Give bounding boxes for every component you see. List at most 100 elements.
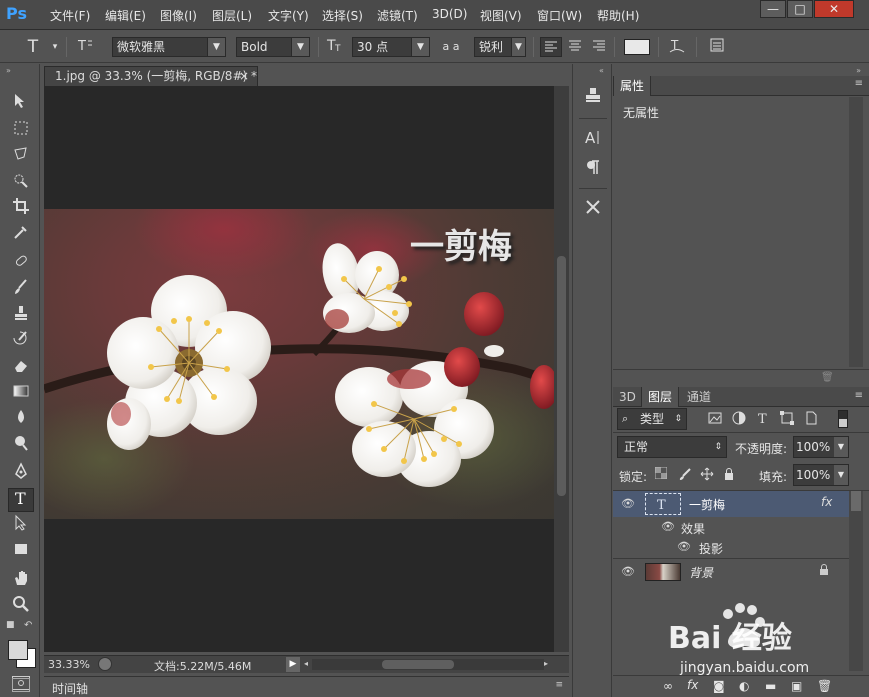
antialias-select[interactable]: 锐利 ▼ — [474, 37, 526, 57]
eraser-tool-icon[interactable] — [8, 356, 34, 380]
tab-properties[interactable]: 属性 — [613, 76, 652, 96]
layer-filter-select[interactable]: ⌕ 类型 ⇕ — [617, 408, 687, 430]
dodge-tool-icon[interactable] — [8, 434, 34, 458]
font-style-select[interactable]: Bold ▼ — [236, 37, 310, 57]
tab-layers[interactable]: 图层 — [641, 387, 680, 407]
collapse-icon[interactable]: » — [6, 66, 11, 75]
pen-tool-icon[interactable] — [8, 462, 34, 486]
panel-menu-icon[interactable]: ≡ — [855, 78, 863, 89]
chevron-down-icon[interactable]: ▼ — [834, 465, 848, 485]
font-family-select[interactable]: 微软雅黑 ▼ — [112, 37, 226, 57]
blend-mode-select[interactable]: 正常 ⇕ — [617, 436, 727, 458]
hand-tool-icon[interactable] — [8, 569, 34, 593]
paragraph-panel-icon[interactable] — [581, 158, 605, 182]
lock-transparent-icon[interactable] — [653, 466, 669, 483]
menu-image[interactable]: 图像(I) — [160, 7, 197, 24]
align-center-icon[interactable] — [564, 37, 586, 57]
healing-brush-tool-icon[interactable] — [8, 252, 34, 276]
properties-scrollbar[interactable] — [849, 97, 863, 367]
text-color-swatch[interactable] — [624, 39, 650, 55]
tool-presets-icon[interactable] — [581, 86, 605, 110]
lock-all-icon[interactable] — [721, 467, 737, 483]
add-style-icon[interactable]: fx — [687, 678, 698, 692]
opacity-input[interactable]: 100% ▼ — [793, 436, 849, 458]
menu-window[interactable]: 窗口(W) — [537, 7, 582, 24]
eye-icon[interactable]: 👁 — [661, 520, 675, 534]
trash-icon[interactable]: 🗑 — [821, 372, 834, 383]
filter-toggle[interactable] — [838, 410, 848, 428]
expand-icon[interactable]: « — [599, 66, 604, 75]
scrollbar-thumb[interactable] — [851, 491, 861, 511]
collapse-panels-icon[interactable]: » — [856, 66, 861, 75]
close-tab-icon[interactable]: × — [239, 67, 249, 85]
new-group-icon[interactable]: ▬ — [765, 679, 776, 693]
tools-options-icon[interactable] — [581, 198, 605, 222]
chevron-down-icon[interactable]: ▼ — [834, 437, 848, 457]
fill-input[interactable]: 100% ▼ — [793, 464, 849, 486]
document-tab[interactable]: 1.jpg @ 33.3% (一剪梅, RGB/8#) * × — [44, 66, 258, 86]
filter-type-icon[interactable]: T — [755, 411, 771, 427]
type-tool-icon[interactable]: T — [22, 37, 44, 57]
scrollbar-thumb[interactable] — [557, 256, 566, 496]
minimize-button[interactable]: — — [760, 0, 786, 18]
close-button[interactable]: ✕ — [814, 0, 854, 18]
panel-menu-icon[interactable]: ≡ — [855, 390, 863, 401]
lasso-tool-icon[interactable] — [8, 145, 34, 169]
filter-shape-icon[interactable] — [779, 411, 795, 427]
menu-select[interactable]: 选择(S) — [322, 7, 363, 24]
timeline-panel-tab[interactable]: 时间轴 ≡ — [44, 676, 569, 696]
layer-row-effects[interactable]: 👁 效果 — [613, 517, 849, 537]
default-colors-icon[interactable]: ■ — [6, 620, 15, 630]
eye-icon[interactable]: 👁 — [677, 540, 691, 554]
adjustment-layer-icon[interactable]: ◐ — [739, 679, 749, 693]
filter-adjustment-icon[interactable] — [731, 411, 747, 427]
add-mask-icon[interactable]: ◙ — [713, 679, 725, 693]
quick-selection-tool-icon[interactable] — [8, 171, 34, 195]
fx-icon[interactable]: fx — [821, 495, 832, 509]
history-brush-tool-icon[interactable] — [8, 330, 34, 354]
type-tool-icon[interactable]: T — [8, 488, 34, 512]
zoom-tool-icon[interactable] — [8, 595, 34, 619]
screen-mode-icon[interactable] — [12, 678, 30, 692]
toggle-orientation-icon[interactable]: T — [74, 37, 96, 57]
gradient-tool-icon[interactable] — [8, 382, 34, 406]
crop-tool-icon[interactable] — [8, 197, 34, 221]
link-layers-icon[interactable]: ∞ — [663, 679, 673, 693]
warp-text-icon[interactable]: T — [666, 37, 688, 57]
tab-channels[interactable]: 通道 — [681, 387, 717, 407]
lock-pixels-icon[interactable] — [677, 467, 693, 483]
menu-file[interactable]: 文件(F) — [50, 7, 90, 24]
maximize-button[interactable]: □ — [787, 0, 813, 18]
align-right-icon[interactable] — [588, 37, 610, 57]
eye-icon[interactable]: 👁 — [621, 497, 635, 511]
filter-pixel-icon[interactable] — [707, 411, 723, 427]
share-icon[interactable] — [98, 657, 112, 671]
tab-3d[interactable]: 3D — [613, 387, 642, 407]
lock-position-icon[interactable] — [699, 467, 715, 483]
marquee-tool-icon[interactable] — [8, 119, 34, 143]
path-selection-tool-icon[interactable] — [8, 514, 34, 538]
layer-row-background[interactable]: 👁 背景 — [613, 559, 849, 585]
menu-filter[interactable]: 滤镜(T) — [377, 7, 418, 24]
character-panel-icon[interactable]: A — [581, 128, 605, 152]
menu-layer[interactable]: 图层(L) — [212, 7, 252, 24]
horizontal-scrollbar[interactable] — [312, 659, 544, 670]
rectangle-tool-icon[interactable] — [8, 540, 34, 564]
character-panel-icon[interactable] — [706, 37, 728, 57]
eye-icon[interactable]: 👁 — [621, 565, 635, 579]
menu-edit[interactable]: 编辑(E) — [105, 7, 146, 24]
vertical-scrollbar[interactable] — [554, 86, 569, 652]
brush-tool-icon[interactable] — [8, 278, 34, 302]
swap-colors-icon[interactable]: ↶ — [24, 620, 32, 631]
menu-type[interactable]: 文字(Y) — [268, 7, 309, 24]
panel-menu-icon[interactable]: ≡ — [555, 680, 563, 690]
image-title-text[interactable]: 一剪梅 — [410, 219, 512, 268]
layer-row-drop-shadow[interactable]: 👁 投影 — [613, 537, 849, 557]
scroll-left-icon[interactable]: ◂ — [304, 659, 308, 668]
delete-layer-icon[interactable]: 🗑 — [817, 679, 832, 693]
tool-preset-dropdown-icon[interactable]: ▾ — [44, 37, 66, 57]
filter-smart-object-icon[interactable] — [803, 411, 819, 427]
foreground-color-swatch[interactable] — [8, 640, 28, 660]
eyedropper-tool-icon[interactable] — [8, 223, 34, 247]
status-menu-arrow-icon[interactable]: ▶ — [286, 657, 300, 672]
